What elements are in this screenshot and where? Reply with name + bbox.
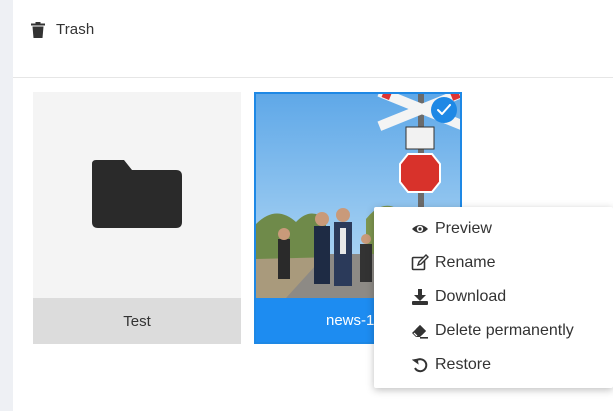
folder-thumbnail[interactable] (33, 92, 241, 298)
menu-item-restore[interactable]: Restore (374, 348, 613, 382)
left-rail (0, 0, 13, 411)
selected-check-icon[interactable] (431, 97, 457, 123)
undo-icon (411, 356, 429, 374)
menu-item-label: Rename (435, 254, 496, 271)
folder-icon (92, 160, 182, 233)
edit-icon (411, 254, 429, 272)
trash-icon (31, 22, 45, 38)
download-icon (411, 288, 429, 306)
menu-item-preview[interactable]: Preview (374, 212, 613, 246)
menu-item-delete-permanently[interactable]: Delete permanently (374, 314, 613, 348)
menu-item-label: Delete permanently (435, 322, 574, 339)
folder-card[interactable]: Test (33, 92, 241, 344)
menu-item-label: Preview (435, 220, 492, 237)
menu-item-label: Restore (435, 356, 492, 373)
eye-icon (411, 220, 429, 238)
page-title: Trash (56, 21, 95, 38)
menu-item-label: Download (435, 288, 507, 305)
context-menu: Preview Rename Download Delete permanent… (374, 207, 613, 388)
page-header: Trash (13, 0, 613, 78)
menu-item-rename[interactable]: Rename (374, 246, 613, 280)
folder-caption[interactable]: Test (33, 298, 241, 344)
menu-item-download[interactable]: Download (374, 280, 613, 314)
eraser-icon (411, 322, 429, 340)
